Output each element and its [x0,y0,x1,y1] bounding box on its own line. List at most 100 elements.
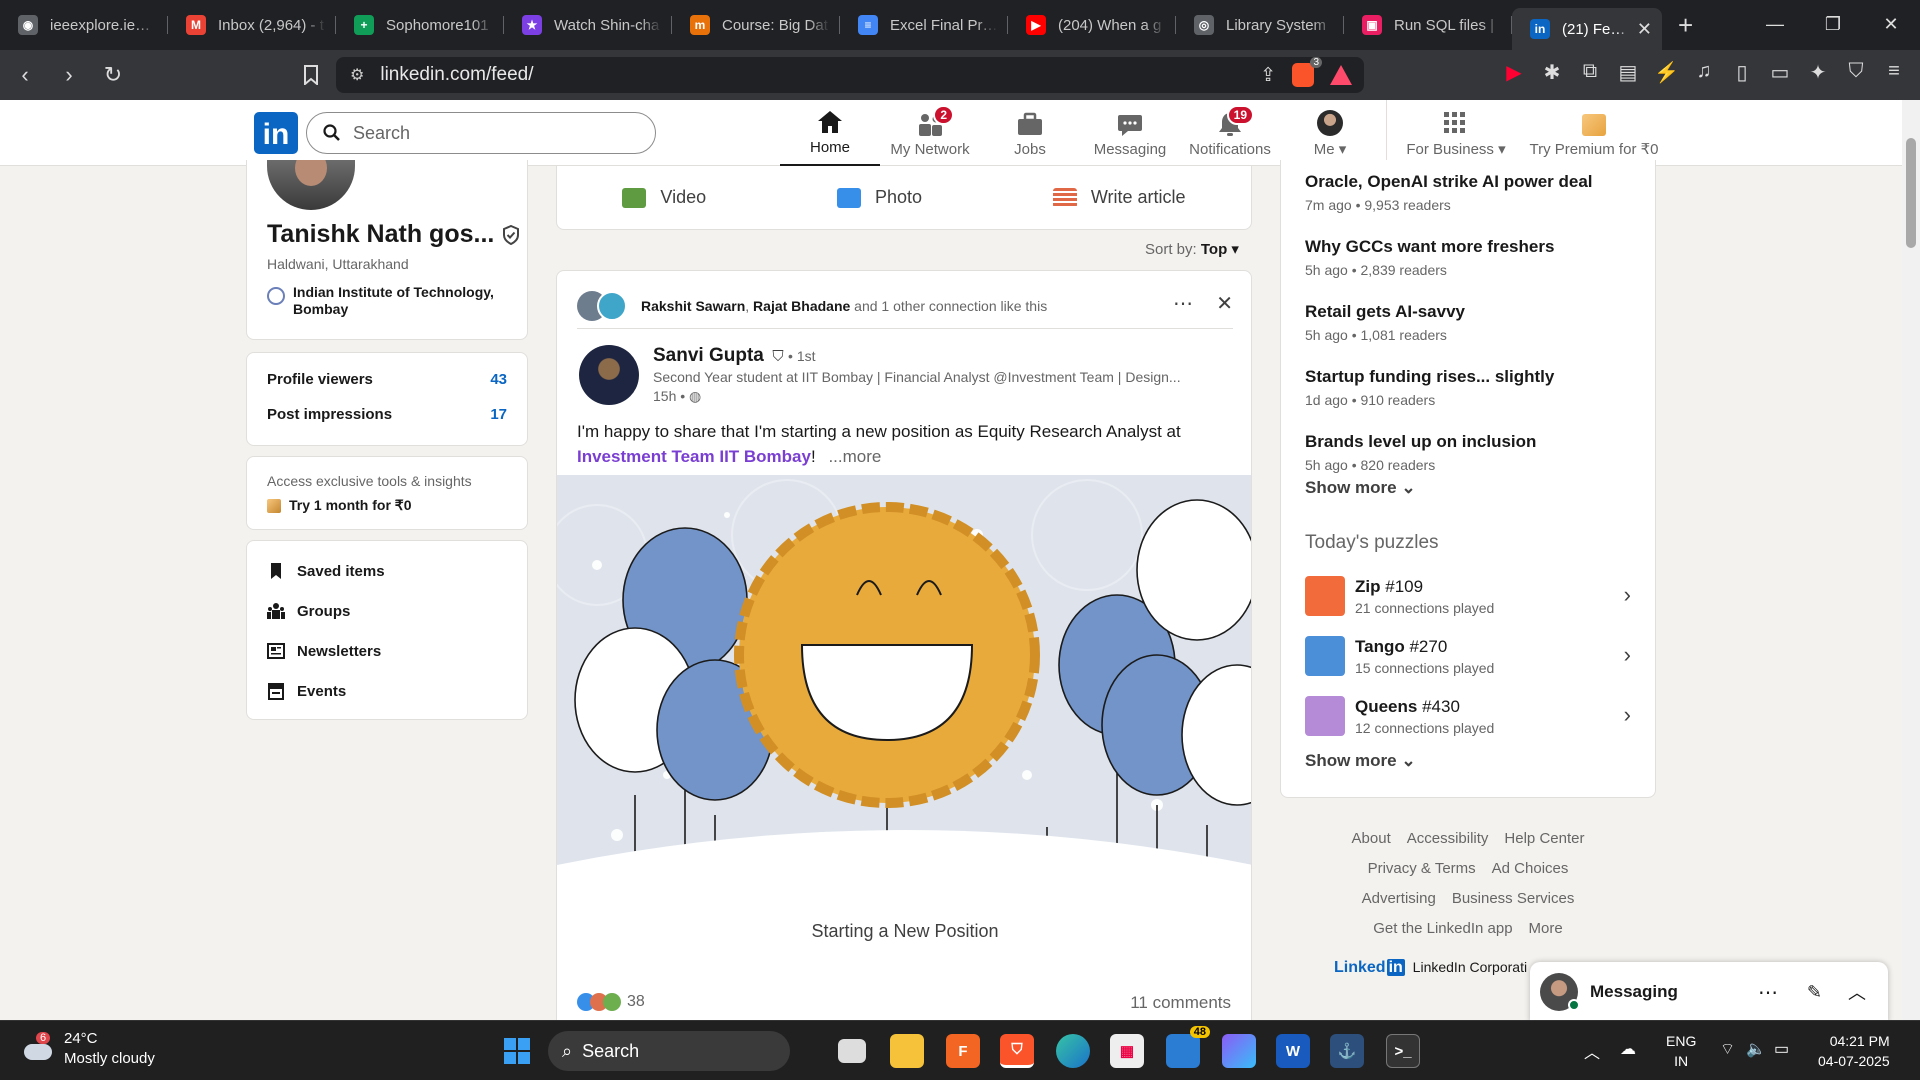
battery-icon[interactable]: ▭ [1774,1039,1789,1059]
shortcut-events[interactable]: Events [267,671,507,711]
news-item[interactable]: Retail gets AI-savvy 5h ago • 1,081 reade… [1305,302,1655,343]
news-headline[interactable]: Retail gets AI-savvy [1305,302,1655,322]
wallet-icon[interactable]: ▭ [1768,60,1792,85]
weather-widget[interactable]: 6 24°C Mostly cloudy [20,1029,155,1069]
app-f-icon[interactable]: F [946,1034,980,1068]
footer-link[interactable]: About [1352,830,1391,847]
nav-messaging[interactable]: Messaging [1080,100,1180,166]
brave-browser-icon[interactable]: ⛉ [1000,1034,1034,1068]
tray-app-icon[interactable]: ☁ [1620,1039,1636,1059]
nav-notifications[interactable]: 19 Notifications [1180,100,1280,166]
vs-code-icon[interactable] [1222,1034,1256,1068]
show-more-puzzles-button[interactable]: Show more ⌄ [1305,751,1416,771]
nav-premium[interactable]: Try Premium for ₹0 [1519,100,1669,166]
youtube-ext-icon[interactable]: ▶ [1502,60,1526,85]
nav-jobs[interactable]: Jobs [980,100,1080,166]
puzzle-item[interactable]: Zip #109 21 connections played › [1305,566,1657,626]
footer-link[interactable]: Accessibility [1407,830,1489,847]
connection-name[interactable]: Rakshit Sawarn [641,298,745,314]
back-icon[interactable]: ‹ [6,56,44,94]
music-icon[interactable]: ♫ [1692,60,1716,85]
browser-tab[interactable]: M Inbox (2,964) - t [168,0,336,50]
footer-link[interactable]: Privacy & Terms [1368,860,1476,877]
footer-link[interactable]: Business Services [1452,890,1575,907]
browser-tab[interactable]: + Sophomore101 [336,0,504,50]
close-tab-icon[interactable]: ✕ [1637,19,1652,40]
post-image[interactable] [557,475,1251,895]
news-item[interactable]: Why GCCs want more freshers 5h ago • 2,83… [1305,237,1655,278]
wifi-icon[interactable]: ⌔ [1720,1039,1735,1059]
forward-icon[interactable]: › [50,56,88,94]
taskbar-search[interactable]: ⌕ Search [548,1031,790,1071]
terminal-icon[interactable]: >_ [1386,1034,1420,1068]
footer-link[interactable]: More [1529,920,1563,937]
messaging-overlay[interactable]: Messaging ⋯ ✎ ︿ [1530,962,1888,1022]
reaction-summary[interactable]: 38 [577,993,645,1011]
browser-tab[interactable]: ◉ ieeexplore.ieee.o [0,0,168,50]
puzzle-item[interactable]: Queens #430 12 connections played › [1305,686,1657,746]
premium-upsell-card[interactable]: Access exclusive tools & insights Try 1 … [246,456,528,530]
file-explorer-icon[interactable] [890,1034,924,1068]
sidebar-icon[interactable]: ▯ [1730,60,1754,85]
teams-icon[interactable]: 48 [1166,1026,1210,1068]
new-tab-icon[interactable]: + [1678,10,1693,41]
comments-count[interactable]: 11 comments [1130,993,1231,1013]
news-headline[interactable]: Oracle, OpenAI strike AI power deal [1305,172,1655,192]
window-close-icon[interactable]: ✕ [1862,0,1920,48]
nav-for-business[interactable]: For Business ▾ [1393,100,1519,166]
write-article-button[interactable]: Write article [1052,187,1186,208]
dismiss-post-icon[interactable]: ✕ [1216,291,1233,316]
puzzle-item[interactable]: Tango #270 15 connections played › [1305,626,1657,686]
extension-icon[interactable]: ✱ [1540,60,1564,85]
browser-tab[interactable]: ▣ Run SQL files | [1344,0,1512,50]
news-headline[interactable]: Why GCCs want more freshers [1305,237,1655,257]
clock[interactable]: 04:21 PM 04-07-2025 [1818,1031,1890,1071]
page-scrollbar[interactable] [1902,100,1920,1020]
reader-icon[interactable]: ▤ [1616,60,1640,85]
browser-tab[interactable]: ▶ (204) When a g [1008,0,1176,50]
news-headline[interactable]: Brands level up on inclusion [1305,432,1655,452]
chevron-up-icon[interactable]: ︿ [1848,979,1866,1005]
premium-trial-link[interactable]: Try 1 month for ₹0 [289,497,411,514]
connection-name[interactable]: Rajat Bhadane [753,298,850,314]
chevron-right-icon[interactable]: › [1624,642,1631,668]
see-more-link[interactable]: ...more [828,447,881,466]
post-author-name[interactable]: Sanvi Gupta [653,345,764,366]
edge-icon[interactable] [1056,1034,1090,1068]
menu-icon[interactable]: ≡ [1882,60,1906,85]
word-icon[interactable]: W [1276,1034,1310,1068]
vpn-icon[interactable]: ⛉ [1844,60,1868,85]
bookmark-icon[interactable] [292,56,330,94]
chevron-right-icon[interactable]: › [1624,582,1631,608]
news-item[interactable]: Startup funding rises... slightly 1d ago … [1305,367,1655,408]
restore-icon[interactable]: ❐ [1804,0,1862,48]
post-impressions-row[interactable]: Post impressions 17 [267,406,507,423]
reload-icon[interactable]: ↻ [94,56,132,94]
leo-ai-icon[interactable]: ✦ [1806,60,1830,85]
news-item[interactable]: Brands level up on inclusion 5h ago • 820… [1305,432,1655,473]
profile-card[interactable]: Tanishk Nath gos... Haldwani, Uttarakhan… [246,160,528,340]
footer-link[interactable]: Advertising [1362,890,1436,907]
app-icon[interactable]: ⚓ [1330,1034,1364,1068]
shortcut-groups[interactable]: Groups [267,591,507,631]
scrollbar-thumb[interactable] [1906,138,1916,248]
browser-tab[interactable]: m Course: Big Dat [672,0,840,50]
footer-link[interactable]: Help Center [1504,830,1584,847]
compose-icon[interactable]: ✎ [1807,982,1822,1003]
profile-viewers-row[interactable]: Profile viewers 43 [267,371,507,388]
footer-link[interactable]: Get the LinkedIn app [1373,920,1512,937]
footer-link[interactable]: Ad Choices [1492,860,1569,877]
profile-institute[interactable]: Indian Institute of Technology, Bombay [293,284,517,318]
tab-linkedin-feed[interactable]: in (21) Feed | ✕ [1512,8,1662,50]
volume-icon[interactable]: 🔈 [1746,1039,1766,1059]
site-settings-icon[interactable]: ⚙ [350,65,364,85]
start-button[interactable] [500,1034,534,1068]
language-indicator[interactable]: ENG IN [1666,1031,1696,1071]
company-mention-link[interactable]: Investment Team IIT Bombay [577,447,811,466]
nav-my-network[interactable]: 2 My Network [880,100,980,166]
task-view-icon[interactable] [838,1039,866,1063]
linkedin-logo[interactable]: in [254,112,298,154]
profile-name[interactable]: Tanishk Nath gos... [267,220,494,249]
post-image-caption[interactable]: Starting a New Position [557,921,1251,942]
nav-me[interactable]: Me ▾ [1280,100,1380,166]
